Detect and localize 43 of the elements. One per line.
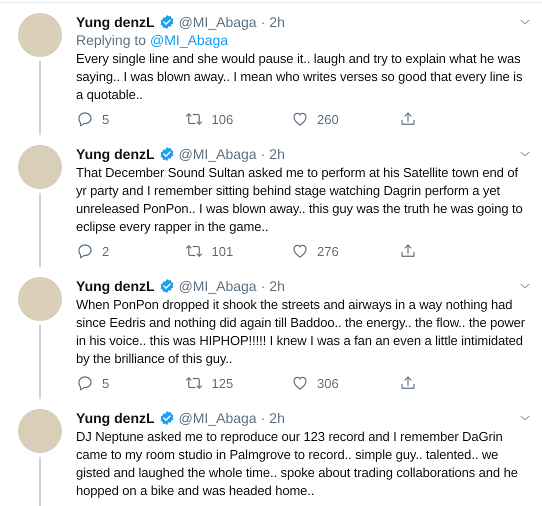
share-icon[interactable] <box>398 374 416 392</box>
tweet-time[interactable]: 2h <box>269 409 285 427</box>
separator-dot: · <box>260 409 266 427</box>
reply-icon[interactable] <box>76 242 94 260</box>
share-icon[interactable] <box>398 242 416 260</box>
share-icon[interactable] <box>398 110 416 128</box>
user-name[interactable]: Yung denzL <box>76 13 155 31</box>
user-name[interactable]: Yung denzL <box>76 409 155 427</box>
separator-dot: · <box>260 13 266 31</box>
user-handle: @MI_Abaga <box>178 409 257 427</box>
separator-dot: · <box>260 277 266 295</box>
replying-label: Replying to <box>76 31 146 49</box>
like-count: 260 <box>317 112 339 126</box>
user-handle: @MI_Abaga <box>178 145 257 163</box>
user-handle: @MI_Abaga <box>178 277 257 295</box>
retweet-icon[interactable] <box>184 110 204 128</box>
reply-count: 5 <box>102 376 110 390</box>
like-count: 306 <box>317 376 339 390</box>
separator-dot: · <box>260 145 266 163</box>
like-count: 276 <box>317 244 339 258</box>
mention-link[interactable]: @MI_Abaga <box>150 31 228 49</box>
tweet-time[interactable]: 2h <box>269 145 285 163</box>
retweet-icon[interactable] <box>184 242 204 260</box>
tweet-text: DJ Neptune asked me to reproduce our 123 record and I remember DaGrin came to my room studio in Palmgrove to record.. simple guy.. talented.. we gisted and laughed the whole time.. spoke about trading collaborations and he hopped on a bike and was headed home.. <box>76 428 519 500</box>
heart-icon[interactable] <box>291 242 309 260</box>
user-name[interactable]: Yung denzL <box>76 277 155 295</box>
reply-count: 2 <box>102 244 110 258</box>
reply-count: 5 <box>102 112 110 126</box>
user-name[interactable]: Yung denzL <box>76 145 155 163</box>
user-handle: @MI_Abaga <box>178 13 257 31</box>
retweet-count: 101 <box>212 244 234 258</box>
tweet-text: Every single line and she would pause it.. laugh and try to explain what he was saying.. I was blown away.. I mean who writes verses so good that every line is a quotable.. <box>76 50 524 104</box>
tweet-text: That December Sound Sultan asked me to perform at his Satellite town end of yr party and I remember sitting behind stage watching Dagrin perform a yet unreleased PonPon.. I was blown away.. this guy was the truth he was going to eclipse every rapper in the game.. <box>76 164 524 236</box>
tweet-time[interactable]: 2h <box>269 277 285 295</box>
heart-icon[interactable] <box>291 110 309 128</box>
tweet-time[interactable]: 2h <box>269 13 285 31</box>
retweet-icon[interactable] <box>184 374 204 392</box>
retweet-count: 106 <box>212 112 234 126</box>
reply-icon[interactable] <box>76 110 94 128</box>
reply-icon[interactable] <box>76 374 94 392</box>
retweet-count: 125 <box>212 376 234 390</box>
heart-icon[interactable] <box>291 374 309 392</box>
tweet-text: When PonPon dropped it shook the streets and airways in a way nothing had since Eedris and nothing did again till Baddoo.. the energy.. the flow.. the power in his voice.. this was HIPHOP!!!!! I knew I was a fan an even a little intimidated by the brilliance of this guy.. <box>76 296 526 368</box>
